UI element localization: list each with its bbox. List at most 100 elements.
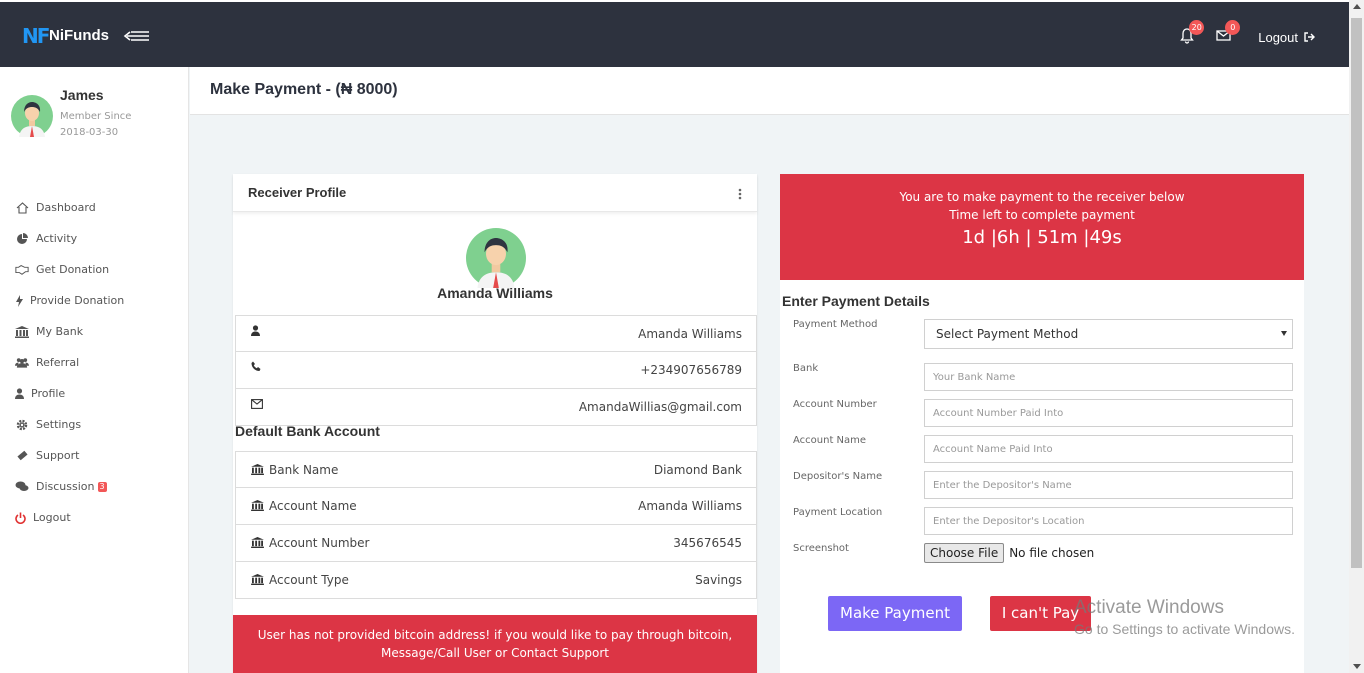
receiver-name: Amanda Williams: [437, 285, 553, 301]
account-number-input[interactable]: [924, 399, 1293, 427]
payment-method-label: Payment Method: [793, 319, 878, 330]
sidebar-item-get-donation[interactable]: Get Donation: [0, 254, 189, 285]
receiver-profile-card: Receiver Profile Amanda Williams Amanda …: [233, 174, 757, 673]
sidebar-item-discussion[interactable]: Discussion 3: [0, 471, 189, 502]
bank-icon: [251, 464, 264, 476]
depositor-input[interactable]: [924, 471, 1293, 499]
top-navbar: NF NiFunds 20 0 Logout: [0, 0, 1349, 67]
payment-method-row: Payment Method Select Payment Method: [793, 319, 1293, 349]
depositor-label: Depositor's Name: [793, 471, 883, 482]
location-row: Payment Location: [793, 507, 1293, 537]
payment-form-title: Enter Payment Details: [782, 293, 930, 309]
receiver-card-header: Receiver Profile: [233, 174, 757, 212]
payment-method-select[interactable]: Select Payment Method: [924, 319, 1293, 349]
bank-name-value: Diamond Bank: [653, 463, 742, 477]
sidebar-nav: Dashboard Activity Get Donation Provide …: [0, 192, 189, 533]
default-bank-title: Default Bank Account: [235, 423, 380, 439]
user-icon: [15, 387, 24, 401]
logo-icon: NF: [22, 24, 50, 48]
pie-chart-icon: [15, 232, 29, 246]
bank-icon: [251, 537, 264, 549]
sidebar-toggle-icon[interactable]: [121, 26, 151, 46]
sidebar-item-my-bank[interactable]: My Bank: [0, 316, 189, 347]
bank-row: Bank: [793, 363, 1293, 393]
choose-file-button[interactable]: Choose File: [924, 543, 1005, 563]
activate-windows-watermark: Activate Windows Go to Settings to activ…: [1074, 597, 1295, 637]
sidebar: James Member Since 2018-03-30 Dashboard …: [0, 67, 189, 673]
account-number-label: Account Number: [793, 399, 877, 410]
more-options-icon[interactable]: [737, 186, 743, 200]
receiver-phone: +234907656789: [640, 363, 742, 377]
messages-button[interactable]: 0: [1216, 20, 1241, 46]
time-left-label: Time left to complete payment: [949, 208, 1135, 222]
sidebar-item-provide-donation[interactable]: Provide Donation: [0, 285, 189, 316]
location-label: Payment Location: [793, 507, 883, 518]
power-icon: [15, 511, 26, 525]
member-since: Member Since 2018-03-30: [60, 111, 132, 138]
account-type-value: Savings: [695, 573, 742, 587]
users-icon: [15, 356, 29, 370]
sidebar-item-profile[interactable]: Profile: [0, 378, 189, 409]
bolt-icon: [15, 294, 23, 308]
receiver-avatar: [466, 228, 526, 288]
account-type-label: Account Type: [269, 573, 349, 587]
page-scrollbar[interactable]: [1349, 0, 1364, 673]
bank-icon: [15, 325, 29, 339]
payment-alert: You are to make payment to the receiver …: [780, 174, 1304, 280]
make-payment-button[interactable]: Make Payment: [828, 596, 962, 631]
sidebar-item-support[interactable]: Support: [0, 440, 189, 471]
brand-name: NiFunds: [49, 26, 109, 44]
notifications-button[interactable]: 20: [1180, 20, 1205, 46]
account-name-label: Account Name: [269, 499, 357, 513]
comments-icon: [15, 480, 29, 494]
bank-input[interactable]: [924, 363, 1293, 391]
messages-badge: 0: [1225, 20, 1241, 35]
receiver-contact-list: Amanda Williams +234907656789 AmandaWill…: [235, 315, 757, 426]
receiver-full-name: Amanda Williams: [638, 327, 742, 341]
home-icon: [15, 201, 29, 215]
bank-account-list: Bank Name Diamond Bank Account Name Aman…: [235, 451, 757, 599]
sidebar-item-activity[interactable]: Activity: [0, 223, 189, 254]
avatar[interactable]: [11, 95, 53, 137]
sidebar-item-referral[interactable]: Referral: [0, 347, 189, 378]
receiver-card-title: Receiver Profile: [248, 185, 347, 200]
account-number-row: Account Number: [793, 399, 1293, 429]
no-file-label: No file chosen: [1009, 546, 1095, 560]
logout-button[interactable]: Logout: [1258, 30, 1315, 45]
handshake-icon: [15, 263, 29, 277]
page-title: Make Payment - (₦ 8000): [210, 81, 398, 98]
notifications-badge: 20: [1189, 20, 1205, 35]
bank-label: Bank: [793, 363, 819, 374]
sign-out-icon: [1304, 32, 1315, 42]
user-name: James: [60, 87, 104, 103]
account-name-label: Account Name: [793, 435, 867, 446]
payment-alert-message: You are to make payment to the receiver …: [899, 190, 1185, 204]
envelope-icon: [251, 398, 263, 410]
sidebar-item-settings[interactable]: Settings: [0, 409, 189, 440]
account-name-input[interactable]: [924, 435, 1293, 463]
scroll-down-icon[interactable]: [1353, 664, 1361, 669]
list-item: Account Number 345676545: [235, 525, 757, 562]
phone-icon: [251, 361, 263, 373]
location-input[interactable]: [924, 507, 1293, 535]
sidebar-item-dashboard[interactable]: Dashboard: [0, 192, 189, 223]
screenshot-row: Screenshot Choose File No file chosen: [793, 543, 1293, 573]
list-item: AmandaWillias@gmail.com: [235, 389, 757, 426]
sidebar-item-logout[interactable]: Logout: [0, 502, 189, 533]
brand-logo[interactable]: NF NiFunds: [22, 24, 109, 48]
user-icon: [251, 325, 263, 337]
scroll-up-icon[interactable]: [1353, 4, 1361, 9]
depositor-row: Depositor's Name: [793, 471, 1293, 501]
discussion-badge: 3: [97, 481, 107, 492]
list-item: Amanda Williams: [235, 315, 757, 352]
bitcoin-alert: User has not provided bitcoin address! i…: [233, 615, 757, 673]
screenshot-label: Screenshot: [793, 543, 849, 554]
list-item: +234907656789: [235, 352, 757, 389]
countdown-timer: 1d |6h | 51m |49s: [962, 227, 1122, 248]
scrollbar-thumb[interactable]: [1351, 18, 1362, 568]
list-item: Bank Name Diamond Bank: [235, 451, 757, 488]
receiver-email: AmandaWillias@gmail.com: [578, 400, 742, 414]
account-name-row: Account Name: [793, 435, 1293, 465]
logout-label: Logout: [1258, 29, 1298, 45]
page-header: Make Payment - (₦ 8000): [190, 67, 1349, 115]
